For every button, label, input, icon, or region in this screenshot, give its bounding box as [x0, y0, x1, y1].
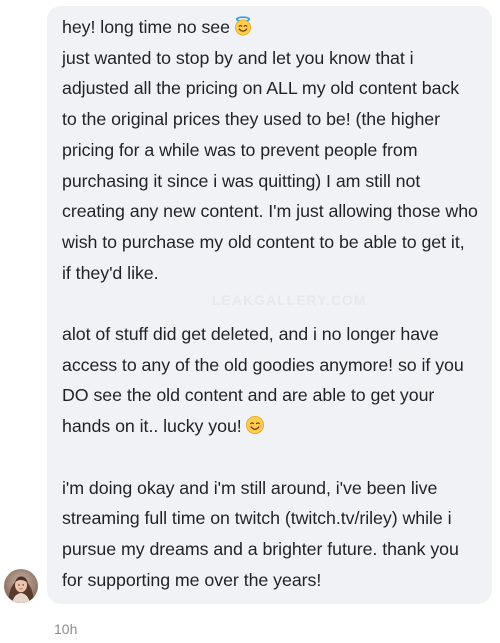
smile-emoji-icon — [245, 416, 264, 435]
message-line-greeting: hey! long time no see — [62, 12, 478, 43]
message-timestamp: 10h — [54, 621, 78, 637]
message-paragraph-2: alot of stuff did get deleted, and i no … — [62, 319, 478, 442]
sender-avatar[interactable] — [4, 569, 38, 603]
message-paragraph-3: i'm doing okay and i'm still around, i'v… — [62, 477, 459, 590]
message-paragraph-1: just wanted to stop by and let you know … — [62, 47, 478, 283]
greeting-text: hey! long time no see — [62, 17, 230, 37]
halo-smile-emoji-icon — [234, 16, 251, 36]
avatar-image — [4, 569, 38, 603]
message-bubble: hey! long time no see just wanted to sto… — [47, 6, 492, 604]
